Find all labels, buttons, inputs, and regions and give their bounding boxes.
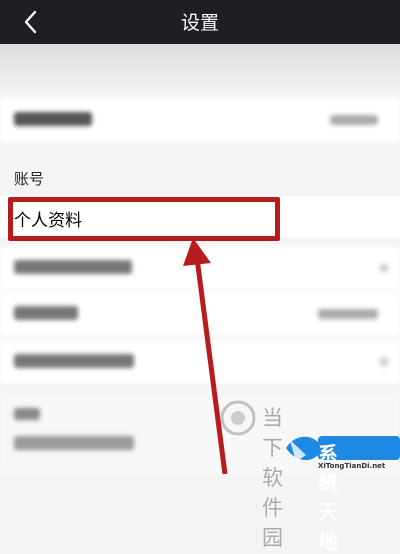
- watermark-url: XiTongTianDi.net: [318, 462, 386, 470]
- watermark-site-name: 当下软件园: [262, 406, 284, 550]
- watermark-logo-icon: [220, 400, 400, 462]
- watermark-brand-name: 系统天地: [318, 442, 339, 553]
